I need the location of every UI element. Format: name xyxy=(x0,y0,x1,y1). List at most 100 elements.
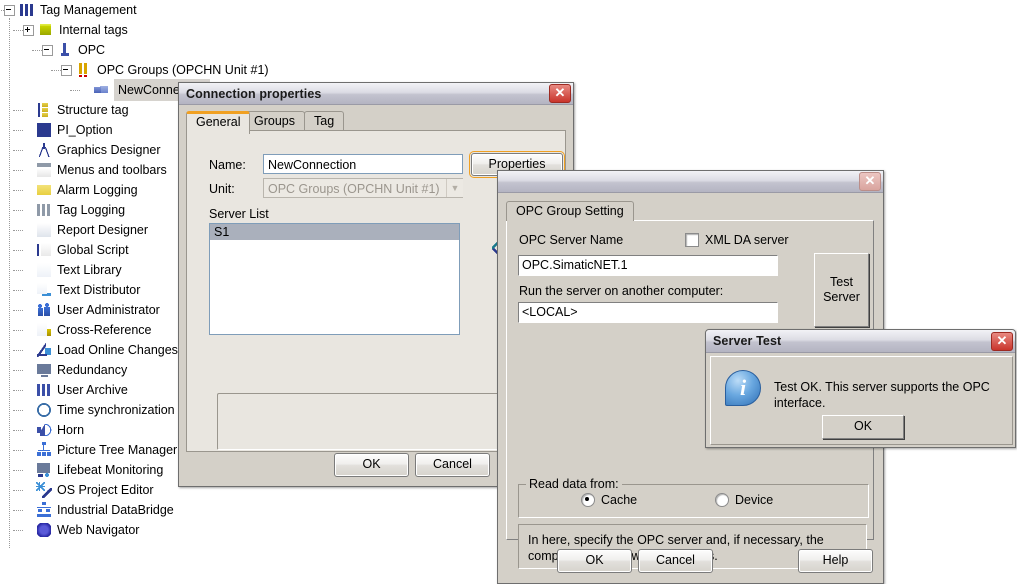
expand-icon[interactable] xyxy=(23,24,34,36)
connection-tabs[interactable]: General Groups Tag xyxy=(186,111,566,134)
tree-guide-line xyxy=(13,270,23,271)
redundancy-icon xyxy=(36,362,52,378)
tab-tag[interactable]: Tag xyxy=(304,111,345,131)
connection-properties-titlebar[interactable]: Connection properties ✕ xyxy=(179,83,573,105)
info-icon: i xyxy=(725,370,761,406)
tree-node-pi-option[interactable]: PI_Option xyxy=(23,120,113,140)
user-administrator-icon xyxy=(36,302,52,318)
tree-guide-line xyxy=(13,410,23,411)
tree-node-cross-reference[interactable]: Cross-Reference xyxy=(23,320,151,340)
tree-node-alarm-logging[interactable]: Alarm Logging xyxy=(23,180,138,200)
server-test-dialog[interactable]: Server Test ✕ i Test OK. This server sup… xyxy=(705,329,1016,448)
xml-da-server-checkbox[interactable] xyxy=(685,233,699,247)
tree-node-graphics-designer[interactable]: Graphics Designer xyxy=(23,140,161,160)
tree-node-structure-tag[interactable]: Structure tag xyxy=(23,100,129,120)
close-icon[interactable]: ✕ xyxy=(549,84,571,103)
tree-node-tag-logging[interactable]: Tag Logging xyxy=(23,200,125,220)
tree-node-os-project-editor[interactable]: OS Project Editor xyxy=(23,480,154,500)
tab-opc-group-setting[interactable]: OPC Group Setting xyxy=(506,201,634,221)
opc-server-name-input[interactable]: OPC.SimaticNET.1 xyxy=(518,255,778,276)
compass-icon xyxy=(36,142,52,158)
user-archive-icon xyxy=(36,382,52,398)
server-test-titlebar[interactable]: Server Test ✕ xyxy=(706,330,1015,353)
unit-select[interactable]: OPC Groups (OPCHN Unit #1) xyxy=(263,178,463,198)
collapse-icon[interactable] xyxy=(4,4,15,16)
tree-node-label: User Administrator xyxy=(57,303,160,317)
structure-tag-icon xyxy=(36,102,52,118)
pi-option-icon xyxy=(36,122,52,138)
tree-node-lifebeat-monitoring[interactable]: Lifebeat Monitoring xyxy=(23,460,163,480)
server-list[interactable]: S1 xyxy=(209,223,460,335)
opc-help-button[interactable]: Help xyxy=(798,549,873,573)
another-computer-input[interactable]: <LOCAL> xyxy=(518,302,778,323)
tree-node-user-archive[interactable]: User Archive xyxy=(23,380,128,400)
tree-node-internal-tags[interactable]: Internal tags xyxy=(23,20,128,40)
tree-node-load-online-changes[interactable]: Load Online Changes xyxy=(23,340,178,360)
tree-guide-line xyxy=(13,350,23,351)
tree-guide-line xyxy=(13,150,23,151)
collapse-icon[interactable] xyxy=(61,64,72,76)
opc-cancel-button[interactable]: Cancel xyxy=(638,549,713,573)
opc-dialog-titlebar[interactable]: ✕ xyxy=(498,171,883,193)
tree-node-label: Structure tag xyxy=(57,103,129,117)
tree-node-global-script[interactable]: Global Script xyxy=(23,240,129,260)
xml-da-server-checkbox-row[interactable]: XML DA server xyxy=(685,233,789,247)
tree-node-opc-groups-opchn-unit-1[interactable]: OPC Groups (OPCHN Unit #1) xyxy=(61,60,269,80)
tree-guide-line xyxy=(13,370,23,371)
tree-node-label: Horn xyxy=(57,423,85,437)
tree-node-report-designer[interactable]: Report Designer xyxy=(23,220,148,240)
xml-da-server-label: XML DA server xyxy=(705,233,789,247)
connection-cancel-button[interactable]: Cancel xyxy=(415,453,490,477)
opc-ok-button[interactable]: OK xyxy=(557,549,632,573)
server-test-ok-button[interactable]: OK xyxy=(822,415,904,439)
opc-tabs[interactable]: OPC Group Setting xyxy=(506,201,874,221)
read-data-from-label: Read data from: xyxy=(526,477,622,491)
chevron-down-icon[interactable]: ▼ xyxy=(446,179,463,197)
radio-cache[interactable] xyxy=(581,493,595,507)
tree-node-label: Graphics Designer xyxy=(57,143,161,157)
radio-device[interactable] xyxy=(715,493,729,507)
name-input[interactable]: NewConnection xyxy=(263,154,463,174)
tree-node-label: Internal tags xyxy=(59,23,128,37)
tree-guide-line xyxy=(13,30,23,31)
tree-node-label: Menus and toolbars xyxy=(57,163,167,177)
tree-node-web-navigator[interactable]: Web Navigator xyxy=(23,520,139,540)
tree-guide-line xyxy=(13,290,23,291)
unit-label: Unit: xyxy=(209,182,235,196)
connection-ok-button[interactable]: OK xyxy=(334,453,409,477)
tree-node-text-library[interactable]: Text Library xyxy=(23,260,122,280)
radio-cache-row[interactable]: Cache xyxy=(581,493,637,507)
tree-node-industrial-databridge[interactable]: Industrial DataBridge xyxy=(23,500,174,520)
text-library-icon xyxy=(36,262,52,278)
tree-node-picture-tree-manager[interactable]: Picture Tree Manager xyxy=(23,440,177,460)
tree-node-user-administrator[interactable]: User Administrator xyxy=(23,300,160,320)
close-icon[interactable]: ✕ xyxy=(991,331,1013,351)
test-server-button[interactable]: Test Server xyxy=(814,253,869,327)
opc-icon xyxy=(57,42,73,58)
tab-groups[interactable]: Groups xyxy=(244,111,305,131)
tab-general[interactable]: General xyxy=(186,111,251,134)
tree-node-redundancy[interactable]: Redundancy xyxy=(23,360,127,380)
collapse-icon[interactable] xyxy=(42,44,53,56)
read-data-from-group: Read data from: Cache Device xyxy=(518,477,869,518)
tree-node-label: Web Navigator xyxy=(57,523,140,537)
tree-node-label: OPC Groups (OPCHN Unit #1) xyxy=(97,63,269,77)
tree-node-label: Industrial DataBridge xyxy=(57,503,174,517)
tree-node-tag-management[interactable]: Tag Management xyxy=(4,0,137,20)
tree-node-menus-and-toolbars[interactable]: Menus and toolbars xyxy=(23,160,167,180)
tree-node-opc[interactable]: OPC xyxy=(42,40,105,60)
close-icon[interactable]: ✕ xyxy=(859,172,881,191)
radio-device-row[interactable]: Device xyxy=(715,493,773,507)
list-item[interactable]: S1 xyxy=(210,224,459,240)
connection-icon xyxy=(93,82,109,98)
tree-node-label: Tag Management xyxy=(40,3,137,17)
bars-yellow-icon xyxy=(76,62,92,78)
report-designer-icon xyxy=(36,222,52,238)
load-online-changes-icon xyxy=(36,342,52,358)
tree-node-label: Time synchronization xyxy=(57,403,175,417)
radio-cache-label: Cache xyxy=(601,493,638,507)
industrial-databridge-icon xyxy=(36,502,52,518)
tree-node-text-distributor[interactable]: Text Distributor xyxy=(23,280,140,300)
tree-node-horn[interactable]: Horn xyxy=(23,420,84,440)
tree-node-time-synchronization[interactable]: Time synchronization xyxy=(23,400,175,420)
